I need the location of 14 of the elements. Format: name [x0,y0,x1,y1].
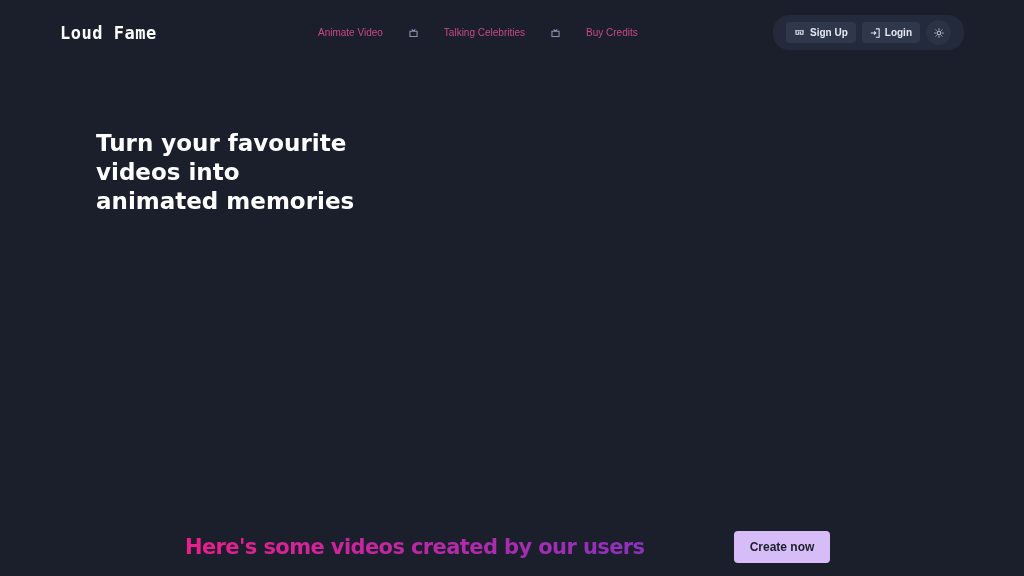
glasses-icon [794,29,805,36]
theme-toggle-button[interactable] [926,20,951,45]
tv-icon [551,28,560,37]
nav-link[interactable]: Buy Credits [586,27,638,38]
nav-link[interactable]: Talking Celebrities [443,27,525,38]
tv-icon [408,28,418,37]
sign-up-button[interactable]: Sign Up [786,22,856,43]
hero-title: Turn your favourite videos into animated memories [96,129,356,216]
sun-icon [933,27,944,38]
nav-link[interactable]: Animate Video [318,27,383,38]
login-button[interactable]: Login [861,22,920,43]
site-logo[interactable]: Loud Fame [60,22,318,43]
login-icon [869,27,880,38]
create-now-button[interactable]: Create now [734,531,830,563]
